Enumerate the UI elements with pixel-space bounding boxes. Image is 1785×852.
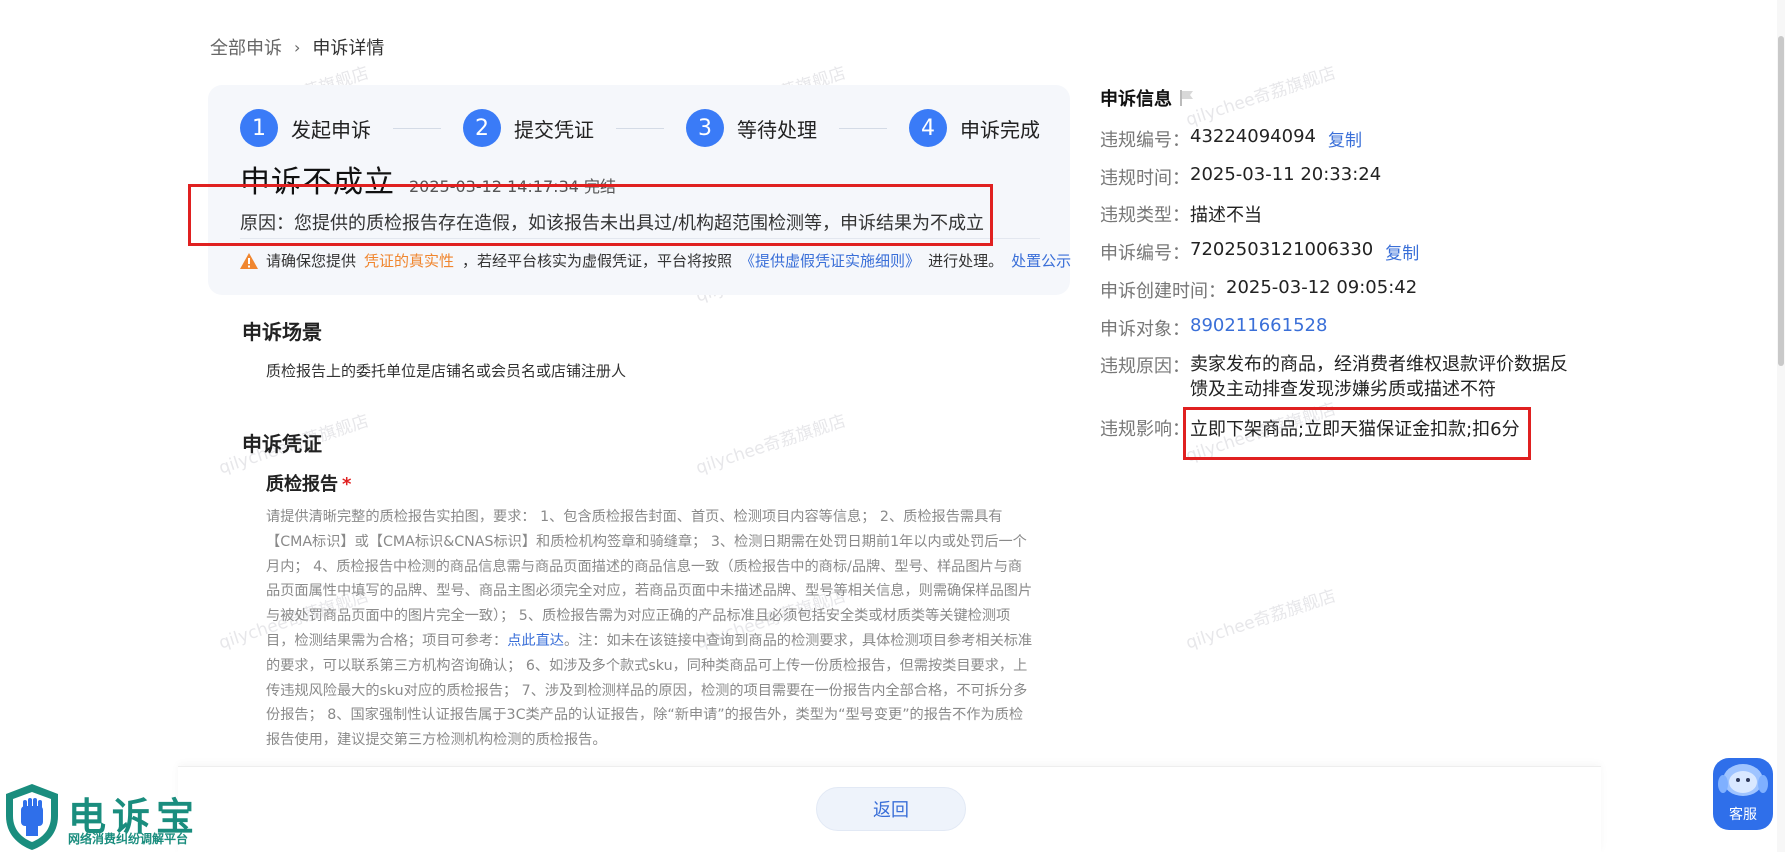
info-header-title: 申诉信息 <box>1100 89 1172 110</box>
copy-violation-number-button[interactable]: 复制 <box>1328 126 1362 152</box>
appeal-created-time: 2025-03-12 09:05:42 <box>1226 277 1418 298</box>
impact-highlight-box <box>1183 407 1531 460</box>
reason-highlight-box <box>188 184 993 246</box>
breadcrumb-current: 申诉详情 <box>312 38 385 59</box>
violation-reason: 卖家发布的商品，经消费者维权退款评价数据反馈及主动排查发现涉嫌劣质或描述不符 <box>1190 354 1568 400</box>
info-label: 申诉编号： <box>1100 243 1190 264</box>
customer-service-button[interactable]: 客服 <box>1713 758 1773 830</box>
progress-steps: 1 发起申诉 2 提交凭证 3 等待处理 4 申诉完成 <box>240 108 1040 148</box>
warning-icon <box>240 252 258 269</box>
direct-link[interactable]: 点此直达 <box>507 633 564 649</box>
copy-appeal-number-button[interactable]: 复制 <box>1385 239 1419 265</box>
step-item: 4 申诉完成 <box>909 109 1040 147</box>
step-connector <box>616 127 664 129</box>
back-button[interactable]: 返回 <box>816 787 966 831</box>
step-connector <box>393 127 441 129</box>
info-row-violation-type: 违规类型： 描述不当 <box>1100 201 1262 227</box>
evidence-subtitle-text: 质检报告 <box>266 474 338 495</box>
step-number: 1 <box>240 109 278 147</box>
info-header: 申诉信息 <box>1100 84 1580 112</box>
robot-icon <box>1718 764 1768 796</box>
scene-text: 质检报告上的委托单位是店铺名或会员名或店铺注册人 <box>266 362 627 380</box>
info-label: 申诉创建时间： <box>1100 281 1226 302</box>
customer-service-label: 客服 <box>1729 807 1757 823</box>
required-mark: * <box>342 474 352 495</box>
info-label: 违规影响： <box>1100 419 1190 440</box>
info-row-appeal-no: 申诉编号： 7202503121006330 复制 <box>1100 239 1419 265</box>
breadcrumb-root-link[interactable]: 全部申诉 <box>210 34 282 60</box>
appeal-info-panel: 申诉信息 违规编号： 43224094094 复制 违规时间： 2025-03-… <box>1100 84 1580 440</box>
watermark: qilychee奇荔旗舰店 <box>693 411 849 479</box>
evidence-title: 申诉凭证 <box>242 432 322 456</box>
violation-number: 43224094094 <box>1190 126 1316 147</box>
info-label: 违规时间： <box>1100 168 1190 189</box>
authenticity-tip: 请确保您提供 凭证的真实性 ，若经平台核实为虚假凭证，平台将按照 《提供虚假凭证实施细… <box>240 250 1071 271</box>
step-item: 2 提交凭证 <box>463 109 594 147</box>
info-row-violation-no: 违规编号： 43224094094 复制 <box>1100 126 1362 152</box>
step-number: 4 <box>909 109 947 147</box>
requirements-text-continued: 。注：如未在该链接中查询到商品的检测要求，具体检测项目参考相关标准的要求，可以联… <box>266 632 1033 749</box>
rule-link[interactable]: 《提供虚假凭证实施细则》 <box>740 250 920 271</box>
step-connector <box>839 127 887 129</box>
info-row-violation-time: 违规时间： 2025-03-11 20:33:24 <box>1100 164 1381 190</box>
step-number: 3 <box>686 109 724 147</box>
step-label: 申诉完成 <box>960 117 1040 142</box>
breadcrumb: 全部申诉 › 申诉详情 <box>210 34 384 60</box>
tip-highlight: 凭证的真实性 <box>364 252 455 270</box>
tip-middle: ，若经平台核实为虚假凭证，平台将按照 <box>462 252 733 270</box>
violation-time: 2025-03-11 20:33:24 <box>1190 164 1382 185</box>
appeal-number: 7202503121006330 <box>1190 239 1374 260</box>
step-label: 提交凭证 <box>514 117 594 142</box>
info-row-appeal-target: 申诉对象： 890211661528 <box>1100 315 1327 341</box>
watermark: qilychee奇荔旗舰店 <box>1183 586 1339 654</box>
scene-title: 申诉场景 <box>242 320 322 344</box>
info-label: 违规原因： <box>1100 356 1190 377</box>
breadcrumb-separator: › <box>294 37 301 57</box>
step-number: 2 <box>463 109 501 147</box>
step-label: 等待处理 <box>737 117 817 142</box>
requirements-text: 请提供清晰完整的质检报告实拍图，要求： 1、包含质检报告封面、首页、检测项目内容… <box>266 509 1033 649</box>
info-label: 申诉对象： <box>1100 319 1190 340</box>
scrollbar-thumb[interactable] <box>1778 36 1784 366</box>
evidence-requirements: 请提供清晰完整的质检报告实拍图，要求： 1、包含质检报告封面、首页、检测项目内容… <box>266 505 1036 753</box>
shield-fist-icon <box>6 784 58 850</box>
brand-logo: 电诉宝 网络消费纠纷调解平台 <box>0 780 220 852</box>
violation-type: 描述不当 <box>1190 205 1262 226</box>
step-item: 3 等待处理 <box>686 109 817 147</box>
info-row-appeal-created: 申诉创建时间： 2025-03-12 09:05:42 <box>1100 277 1417 303</box>
info-label: 违规编号： <box>1100 130 1190 151</box>
tip-prefix: 请确保您提供 <box>266 252 357 270</box>
step-label: 发起申诉 <box>291 117 371 142</box>
info-label: 违规类型： <box>1100 205 1190 226</box>
tip-suffix: 进行处理。 <box>928 252 1004 270</box>
step-item: 1 发起申诉 <box>240 109 371 147</box>
logo-slogan: 网络消费纠纷调解平台 <box>68 832 189 846</box>
evidence-subtitle: 质检报告 * <box>266 470 351 496</box>
flag-icon <box>1180 90 1193 106</box>
appeal-target-link[interactable]: 890211661528 <box>1190 315 1327 341</box>
publicity-link[interactable]: 处置公示 <box>1011 250 1071 271</box>
info-row-violation-reason: 违规原因： 卖家发布的商品，经消费者维权退款评价数据反馈及主动排查发现涉嫌劣质或… <box>1100 352 1582 402</box>
